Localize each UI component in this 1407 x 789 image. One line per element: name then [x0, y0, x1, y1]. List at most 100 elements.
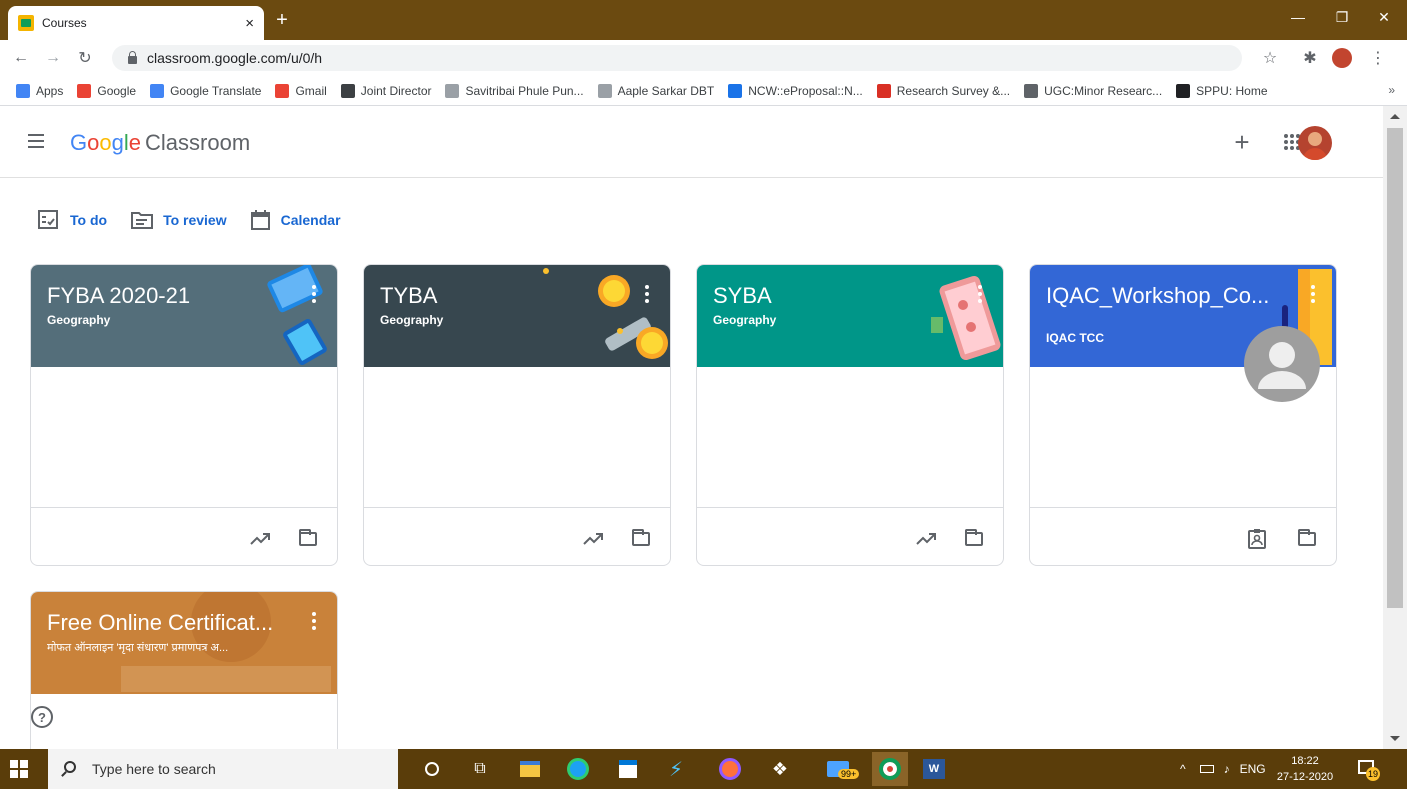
course-card-header[interactable]: TYBA Geography [364, 265, 670, 367]
course-card[interactable]: IQAC_Workshop_Co... IQAC TCC [1029, 264, 1337, 566]
chrome-browser-icon[interactable] [872, 752, 908, 786]
battery-icon[interactable] [1199, 765, 1214, 773]
bookmark-item[interactable]: Google Translate [150, 83, 262, 98]
address-bar[interactable]: classroom.google.com/u/0/h [112, 45, 1242, 71]
bookmark-favicon-icon [16, 83, 30, 98]
calendar-link[interactable]: Calendar [250, 210, 341, 230]
tray-chevron-icon[interactable]: ^ [1180, 762, 1186, 776]
restore-icon[interactable]: ❐ [1320, 0, 1364, 34]
forward-arrow-icon[interactable]: → [42, 47, 64, 69]
language-indicator[interactable]: ENG [1240, 762, 1266, 776]
task-view-icon[interactable]: ⧉ [466, 755, 494, 783]
cortana-icon[interactable] [418, 755, 446, 783]
extensions-icon[interactable]: ✱ [1298, 40, 1322, 76]
minimize-icon[interactable]: — [1276, 0, 1320, 34]
bookmarks-bar: Apps Google Google Translate Gmail Joint Dir… [0, 76, 1407, 106]
course-card[interactable]: SYBA Geography [696, 264, 1004, 566]
bookmark-label: Research Survey &... [896, 83, 1011, 98]
windows-taskbar: Type here to search ⧉ ⚡ ❖ 99+ W ^ ♪ ENG … [0, 749, 1407, 789]
course-card[interactable]: FYBA 2020-21 Geography [30, 264, 338, 566]
folder-icon[interactable] [965, 529, 983, 546]
firefox-icon[interactable] [716, 755, 744, 783]
create-join-class-plus-icon[interactable]: + [1228, 126, 1256, 158]
bookmark-item[interactable]: Savitribai Phule Pun... [445, 83, 584, 98]
trending-up-icon[interactable] [582, 528, 604, 550]
folder-icon[interactable] [1298, 529, 1316, 546]
bookmark-item[interactable]: NCW::eProposal::N... [728, 83, 863, 98]
reload-icon[interactable]: ↻ [74, 47, 96, 69]
bookmark-item[interactable]: UGC:Minor Researc... [1024, 83, 1162, 98]
page-scrollbar[interactable] [1383, 106, 1407, 749]
tab-close-icon[interactable]: × [245, 15, 254, 32]
assignment-ind-icon[interactable] [1246, 528, 1268, 550]
scroll-up-arrow-icon[interactable] [1390, 114, 1400, 119]
bookmark-favicon-icon [876, 83, 891, 98]
course-card-header[interactable]: FYBA 2020-21 Geography [31, 265, 337, 367]
bookmark-item[interactable]: SPPU: Home [1176, 83, 1268, 98]
bookmark-label: Google [97, 83, 137, 98]
microsoft-store-icon[interactable] [614, 755, 642, 783]
course-title[interactable]: IQAC_Workshop_Co... [1046, 283, 1276, 309]
tab-title: Courses [42, 16, 87, 30]
todo-link[interactable]: To do [38, 210, 107, 230]
back-arrow-icon[interactable]: ← [10, 47, 32, 69]
bookmark-item[interactable]: Aaple Sarkar DBT [597, 83, 715, 98]
scrollbar-thumb[interactable] [1387, 128, 1403, 608]
browser-tabstrip: Courses × + — ❐ ✕ [0, 0, 1407, 40]
folder-icon[interactable] [299, 529, 317, 546]
course-card[interactable]: TYBA Geography [363, 264, 671, 566]
profile-avatar-icon[interactable] [1330, 40, 1354, 76]
edge-browser-icon[interactable] [564, 755, 592, 783]
system-tray: ^ ♪ ENG [1180, 749, 1266, 789]
bookmark-label: Google Translate [170, 83, 262, 98]
course-options-icon[interactable] [311, 612, 317, 632]
course-title[interactable]: FYBA 2020-21 [47, 283, 277, 309]
taskbar-search[interactable]: Type here to search [48, 749, 398, 789]
browser-menu-icon[interactable]: ⋮ [1366, 40, 1390, 76]
course-title[interactable]: SYBA [713, 283, 943, 309]
bookmark-item[interactable]: Gmail [275, 83, 327, 98]
course-options-icon[interactable] [311, 285, 317, 305]
main-menu-icon[interactable] [24, 130, 52, 154]
bookmark-label: Aaple Sarkar DBT [617, 83, 715, 98]
trending-up-icon[interactable] [915, 528, 937, 550]
review-icon [131, 212, 154, 229]
bookmark-item[interactable]: Joint Director [340, 83, 431, 98]
course-subtitle: मोफत ऑनलाइन 'मृदा संधारण' प्रमाणपत्र अ..… [47, 642, 229, 654]
course-card-header[interactable]: SYBA Geography [697, 265, 1003, 367]
new-tab-button[interactable]: + [270, 8, 294, 32]
bookmark-favicon-icon [1024, 83, 1039, 98]
account-avatar[interactable] [1298, 126, 1332, 160]
browser-tab-courses[interactable]: Courses × [8, 6, 264, 40]
file-explorer-icon[interactable] [516, 755, 544, 783]
mail-app-icon[interactable]: 99+ [818, 755, 860, 783]
scroll-down-arrow-icon[interactable] [1390, 736, 1400, 741]
bookmark-item[interactable]: Apps [16, 83, 63, 98]
lightning-app-icon[interactable]: ⚡ [662, 755, 690, 783]
course-card-header[interactable]: Free Online Certificat... मोफत ऑनलाइन 'म… [31, 592, 337, 694]
bookmark-star-icon[interactable]: ☆ [1258, 40, 1282, 76]
window-close-icon[interactable]: ✕ [1362, 0, 1406, 34]
course-options-icon[interactable] [644, 285, 650, 305]
bookmark-item[interactable]: Research Survey &... [876, 83, 1011, 98]
course-options-icon[interactable] [1310, 285, 1316, 305]
action-center-icon[interactable]: 19 [1356, 757, 1380, 781]
folder-icon[interactable] [632, 529, 650, 546]
taskbar-search-placeholder: Type here to search [92, 761, 216, 777]
bookmarks-overflow-icon[interactable]: » [1388, 83, 1395, 97]
to-review-link[interactable]: To review [131, 210, 227, 230]
help-icon[interactable]: ? [31, 706, 53, 728]
course-options-icon[interactable] [977, 285, 983, 305]
dropbox-icon[interactable]: ❖ [766, 755, 794, 783]
word-app-icon[interactable]: W [920, 755, 948, 783]
taskbar-clock[interactable]: 18:22 27-12-2020 [1276, 753, 1334, 785]
windows-start-icon[interactable] [10, 760, 28, 778]
bookmark-item[interactable]: Google [77, 83, 137, 98]
todo-label: To do [70, 212, 108, 228]
trending-up-icon[interactable] [249, 528, 271, 550]
google-classroom-logo[interactable]: Google Classroom [70, 130, 250, 156]
course-title[interactable]: Free Online Certificat... [47, 610, 277, 636]
coins-illustration-icon [543, 268, 668, 359]
volume-icon[interactable]: ♪ [1224, 762, 1230, 776]
course-card[interactable]: Free Online Certificat... मोफत ऑनलाइन 'म… [30, 591, 338, 749]
